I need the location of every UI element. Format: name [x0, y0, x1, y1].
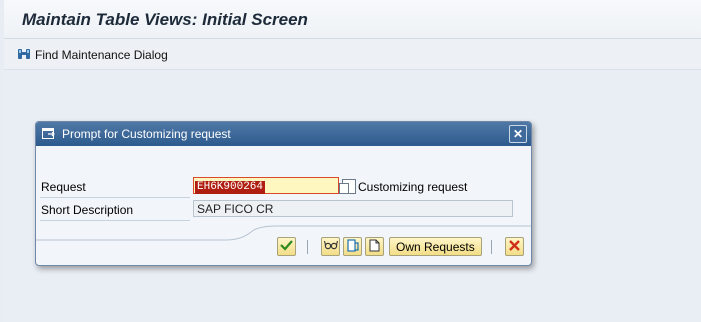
cancel-button[interactable] — [505, 237, 524, 256]
own-requests-label: Own Requests — [396, 239, 475, 254]
blank-page-icon — [369, 239, 380, 255]
request-type-label: Customizing request — [358, 180, 468, 194]
cancel-x-icon — [509, 239, 520, 254]
dialog-button-bar: Own Requests — [36, 237, 531, 259]
close-icon: ✕ — [512, 127, 524, 141]
own-requests-button[interactable]: Own Requests — [389, 237, 482, 256]
request-label: Request — [41, 180, 86, 194]
customizing-request-dialog: Prompt for Customizing request ✕ Request… — [35, 121, 532, 266]
application-toolbar: Find Maintenance Dialog — [4, 39, 701, 70]
description-row-divider — [40, 220, 190, 221]
dialog-close-button[interactable]: ✕ — [509, 125, 527, 143]
find-maintenance-dialog-button[interactable]: Find Maintenance Dialog — [17, 46, 168, 64]
create-request-button[interactable] — [343, 237, 362, 256]
toolbar-separator — [307, 240, 308, 254]
page-title: Maintain Table Views: Initial Screen — [22, 10, 308, 29]
toolbar-separator — [491, 240, 492, 254]
dialog-title: Prompt for Customizing request — [62, 127, 231, 141]
dialog-prompt-icon — [42, 128, 56, 140]
request-icon — [346, 238, 359, 255]
request-row-divider — [40, 197, 190, 198]
binoculars-icon — [17, 47, 31, 64]
display-object-list-button[interactable] — [321, 237, 340, 256]
dialog-title-bar: Prompt for Customizing request ✕ — [36, 122, 531, 146]
window-title-bar: Maintain Table Views: Initial Screen — [4, 0, 701, 39]
find-maintenance-dialog-label: Find Maintenance Dialog — [35, 48, 168, 62]
request-value: EH6K900264 — [195, 181, 266, 194]
continue-button[interactable] — [277, 237, 296, 256]
glasses-icon — [323, 239, 338, 254]
checkmark-icon — [280, 239, 293, 254]
short-description-field[interactable]: SAP FICO CR — [193, 200, 513, 217]
request-value-help-button[interactable] — [339, 179, 356, 194]
short-description-label: Short Description — [41, 203, 134, 217]
new-document-button[interactable] — [365, 237, 384, 256]
request-field[interactable]: EH6K900264 — [193, 177, 339, 194]
short-description-value: SAP FICO CR — [197, 202, 274, 216]
